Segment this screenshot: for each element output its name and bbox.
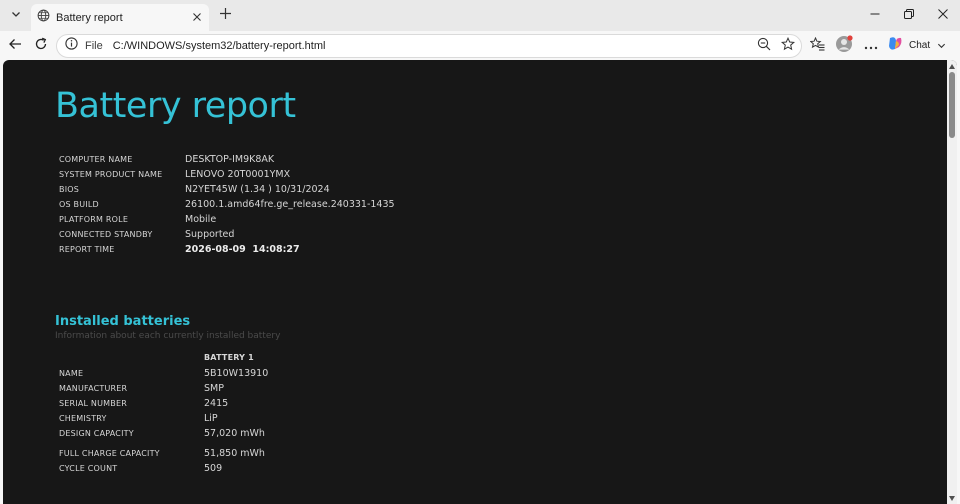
battery-value: 57,020 mWh — [204, 428, 265, 439]
battery-table: NAME 5B10W13910 MANUFACTURER SMP SERIAL … — [59, 366, 268, 476]
profile-button[interactable] — [833, 34, 855, 58]
tab-actions-button[interactable] — [5, 5, 26, 26]
battery-value: LiP — [204, 413, 218, 424]
battery-label: CHEMISTRY — [59, 414, 107, 423]
more-icon — [864, 37, 878, 55]
scroll-down-arrow-icon[interactable] — [948, 494, 956, 502]
battery-value: 509 — [204, 463, 223, 474]
info-row: BIOS N2YET45W (1.34 ) 10/31/2024 — [59, 182, 395, 197]
battery-label: NAME — [59, 369, 84, 378]
arrow-left-icon — [8, 37, 22, 56]
info-row: CONNECTED STANDBY Supported — [59, 227, 395, 242]
battery-column-header: BATTERY 1 — [204, 353, 254, 362]
battery-report-page: Battery report COMPUTER NAME DESKTOP-IM9… — [3, 60, 947, 504]
report-time-value: 2026-08-09 14:08:27 — [185, 244, 300, 255]
info-value: Mobile — [185, 214, 217, 225]
tab-battery-report[interactable]: Battery report — [31, 4, 209, 31]
chat-label: Chat — [909, 40, 931, 51]
installed-batteries-subtitle: Information about each currently install… — [55, 331, 281, 341]
table-row: DESIGN CAPACITY 57,020 mWh — [59, 426, 268, 441]
info-row: OS BUILD 26100.1.amd64fre.ge_release.240… — [59, 197, 395, 212]
info-label: PLATFORM ROLE — [59, 215, 129, 224]
table-row: SERIAL NUMBER 2415 — [59, 396, 268, 411]
info-label: COMPUTER NAME — [59, 155, 133, 164]
battery-value: 51,850 mWh — [204, 448, 265, 459]
refresh-icon — [34, 37, 48, 56]
restore-icon — [904, 6, 914, 24]
table-row: MANUFACTURER SMP — [59, 381, 268, 396]
battery-label: FULL CHARGE CAPACITY — [59, 449, 160, 458]
refresh-button[interactable] — [30, 35, 52, 57]
battery-label: MANUFACTURER — [59, 384, 128, 393]
info-row: COMPUTER NAME DESKTOP-IM9K8AK — [59, 152, 395, 167]
scroll-up-arrow-icon[interactable] — [948, 62, 956, 70]
info-label: BIOS — [59, 185, 80, 194]
copilot-chat-button[interactable]: Chat — [887, 34, 946, 57]
more-options-button[interactable] — [860, 35, 882, 57]
info-label: REPORT TIME — [59, 245, 115, 254]
info-row: SYSTEM PRODUCT NAME LENOVO 20T0001YMX — [59, 167, 395, 182]
table-row: FULL CHARGE CAPACITY 51,850 mWh — [59, 446, 268, 461]
info-value: 26100.1.amd64fre.ge_release.240331-1435 — [185, 199, 395, 210]
browser-toolbar: File C:/WINDOWS/system32/battery-report.… — [0, 31, 960, 60]
close-icon — [192, 9, 202, 27]
info-value: N2YET45W (1.34 ) 10/31/2024 — [185, 184, 330, 195]
restore-button[interactable] — [897, 4, 921, 26]
close-icon — [938, 6, 948, 24]
info-icon — [64, 37, 78, 55]
battery-label: SERIAL NUMBER — [59, 399, 127, 408]
info-row: PLATFORM ROLE Mobile — [59, 212, 395, 227]
zoom-out-icon — [757, 37, 771, 56]
chevron-down-icon — [937, 37, 946, 55]
tab-title: Battery report — [56, 11, 123, 24]
info-label: SYSTEM PRODUCT NAME — [59, 170, 163, 179]
address-url[interactable]: C:/WINDOWS/system32/battery-report.html — [113, 40, 753, 52]
page-viewport: Battery report COMPUTER NAME DESKTOP-IM9… — [3, 60, 957, 504]
battery-value: 2415 — [204, 398, 229, 409]
site-info-button[interactable] — [63, 37, 79, 55]
chevron-down-icon — [10, 7, 22, 25]
installed-batteries-heading: Installed batteries — [55, 314, 191, 329]
back-button[interactable] — [4, 35, 26, 57]
favorites-button[interactable] — [806, 35, 828, 57]
star-icon — [780, 36, 796, 56]
table-row: NAME 5B10W13910 — [59, 366, 268, 381]
close-window-button[interactable] — [931, 4, 955, 26]
favorites-list-icon — [808, 36, 825, 56]
battery-value: SMP — [204, 383, 224, 394]
address-scheme: File — [85, 40, 103, 52]
tab-strip: Battery report — [0, 0, 960, 31]
address-bar[interactable]: File C:/WINDOWS/system32/battery-report.… — [56, 34, 802, 58]
copilot-icon — [887, 35, 904, 57]
battery-label: DESIGN CAPACITY — [59, 429, 134, 438]
tab-close-button[interactable] — [189, 10, 205, 26]
minimize-icon — [870, 6, 880, 24]
page-title: Battery report — [55, 86, 296, 126]
plus-icon — [219, 7, 232, 25]
add-favorite-button[interactable] — [777, 36, 799, 56]
globe-icon — [37, 9, 50, 27]
battery-value: 5B10W13910 — [204, 368, 269, 379]
table-row: CYCLE COUNT 509 — [59, 461, 268, 476]
battery-label: CYCLE COUNT — [59, 464, 118, 473]
info-label: CONNECTED STANDBY — [59, 230, 153, 239]
info-row: REPORT TIME 2026-08-09 14:08:27 — [59, 242, 395, 257]
vertical-scrollbar[interactable] — [947, 60, 957, 504]
new-tab-button[interactable] — [216, 6, 235, 25]
minimize-button[interactable] — [863, 4, 887, 26]
avatar-icon — [835, 34, 853, 58]
info-value: DESKTOP-IM9K8AK — [185, 154, 275, 165]
table-row: CHEMISTRY LiP — [59, 411, 268, 426]
info-value: LENOVO 20T0001YMX — [185, 169, 291, 180]
zoom-button[interactable] — [753, 36, 775, 56]
info-value: Supported — [185, 229, 235, 240]
scrollbar-thumb[interactable] — [949, 72, 955, 138]
system-info-table: COMPUTER NAME DESKTOP-IM9K8AK SYSTEM PRO… — [59, 152, 395, 257]
info-label: OS BUILD — [59, 200, 99, 209]
